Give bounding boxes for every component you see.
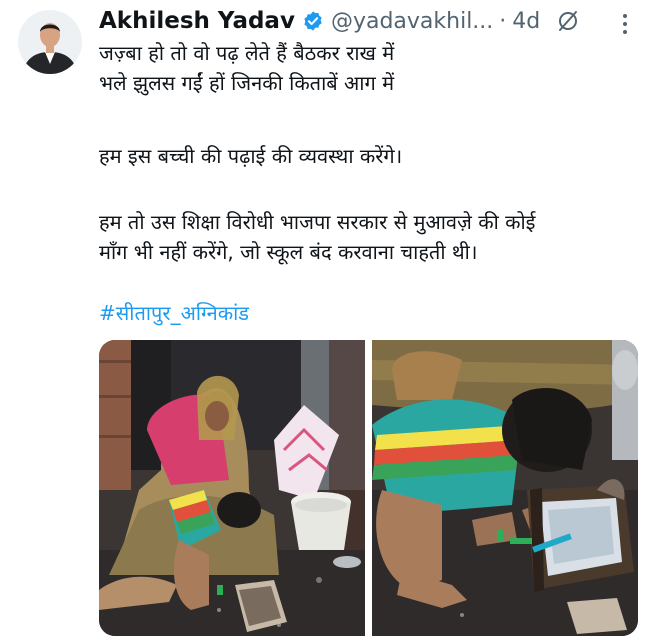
- media-grid: [99, 340, 638, 636]
- tweet-line: हम इस बच्ची की पढ़ाई की व्यवस्था करेंगे।: [99, 144, 403, 168]
- separator: ·: [499, 8, 507, 34]
- tweet-line: माँग भी नहीं करेंगे, जो स्कूल बंद करवाना…: [99, 240, 478, 264]
- avatar[interactable]: [18, 10, 82, 74]
- photo-girl-with-burnt-book[interactable]: [371, 340, 639, 636]
- tweet-paragraph-2: हम इस बच्ची की पढ़ाई की व्यवस्था करेंगे।: [99, 141, 644, 171]
- tweet-paragraph-1: जज़्बा हो तो वो पढ़ लेते हैं बैठकर राख म…: [99, 38, 644, 98]
- tweet-line: जज़्बा हो तो वो पढ़ लेते हैं बैठकर राख म…: [99, 41, 395, 65]
- hashtag-link[interactable]: #सीतापुर_अग्निकांड: [99, 298, 249, 328]
- tweet-text: जज़्बा हो तो वो पढ़ लेते हैं बैठकर राख म…: [99, 38, 644, 267]
- author-handle[interactable]: @yadavakhil...: [331, 9, 493, 34]
- more-options-icon[interactable]: [615, 10, 635, 38]
- tweet-paragraph-3: हम तो उस शिक्षा विरोधी भाजपा सरकार से मु…: [99, 207, 644, 267]
- tweet-header: Akhilesh Yadav @yadavakhil... · 4d: [99, 6, 580, 36]
- author-name[interactable]: Akhilesh Yadav: [99, 8, 295, 34]
- edited-icon[interactable]: [556, 9, 580, 33]
- tweet-line: भले झुलस गईं हों जिनकी किताबें आग में: [99, 71, 395, 95]
- timestamp[interactable]: 4d: [512, 9, 540, 34]
- verified-badge-icon: [302, 10, 324, 32]
- photo-woman-and-girl-in-ashes[interactable]: [99, 340, 366, 636]
- tweet-line: हम तो उस शिक्षा विरोधी भाजपा सरकार से मु…: [99, 210, 536, 234]
